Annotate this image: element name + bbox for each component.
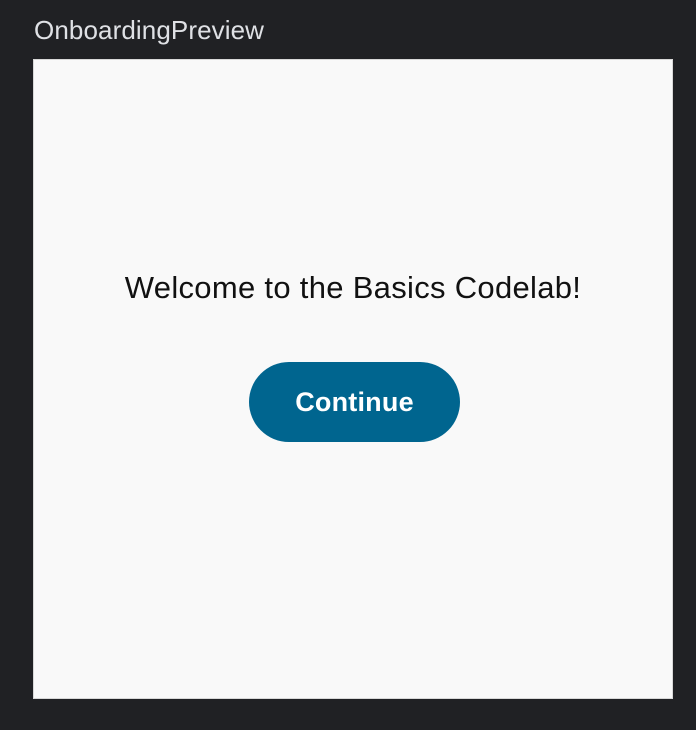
welcome-text: Welcome to the Basics Codelab!	[124, 270, 582, 305]
continue-button[interactable]: Continue	[249, 362, 460, 442]
onboarding-preview-screen: Welcome to the Basics Codelab! Continue	[33, 59, 673, 699]
preview-title: OnboardingPreview	[34, 15, 265, 45]
